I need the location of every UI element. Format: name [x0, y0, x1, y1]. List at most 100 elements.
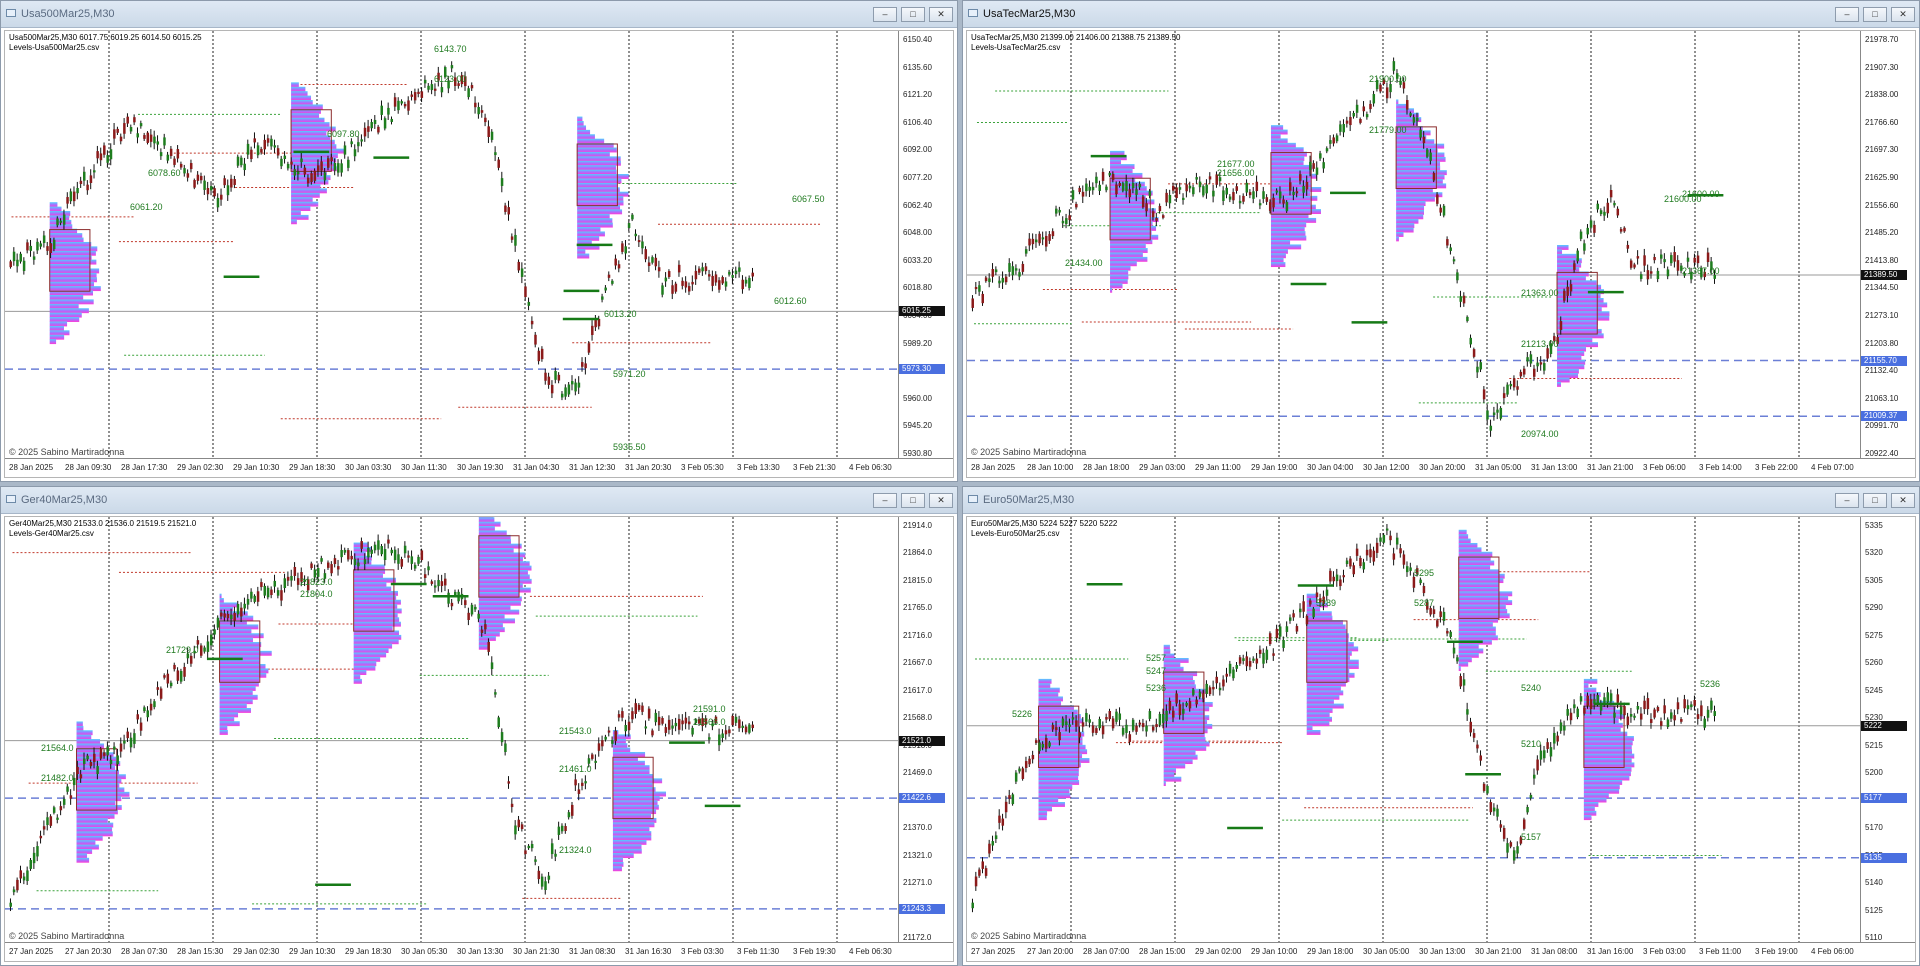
minimize-button[interactable]: – [873, 7, 897, 22]
chart-window-usatec[interactable]: UsaTecMar25,M30 – □ ✕ UsaTecMar25,M30 21… [962, 0, 1920, 482]
maximize-button[interactable]: □ [1863, 493, 1887, 508]
candle-body [253, 595, 256, 602]
candle-body [226, 613, 230, 619]
chart-window-icon [968, 9, 978, 17]
candle-body [373, 119, 377, 124]
price-tick-label: 6106.40 [903, 118, 932, 127]
candle-body [1419, 579, 1422, 584]
minimize-button[interactable]: – [1835, 493, 1859, 508]
chart-window-euro50[interactable]: Euro50Mar25,M30 – □ ✕ Euro50Mar25,M30 52… [962, 486, 1920, 966]
candle-body [116, 128, 119, 133]
level-label: 21213.00 [1521, 339, 1559, 349]
candle-body [1576, 250, 1579, 262]
candle-body [1014, 268, 1018, 271]
candle-body [567, 384, 571, 395]
candle-body [1673, 715, 1676, 721]
candle-body [62, 214, 66, 225]
candle-body [1051, 724, 1055, 730]
candle-body [1476, 744, 1479, 749]
minimize-button[interactable]: – [1835, 7, 1859, 22]
candle-body [367, 548, 370, 558]
level-label: 20974.00 [1521, 429, 1559, 439]
candle-body [423, 574, 427, 578]
volume-profile [353, 542, 402, 684]
candle-body [159, 688, 163, 699]
candle-body [530, 320, 534, 325]
price-tick-label: 5320 [1865, 548, 1883, 557]
window-titlebar[interactable]: UsaTecMar25,M30 – □ ✕ [963, 1, 1919, 28]
candle-body [210, 186, 213, 191]
candle-body [163, 137, 166, 146]
candle-body [514, 825, 517, 835]
candle-body [607, 730, 611, 733]
candle-body [467, 88, 470, 98]
window-titlebar[interactable]: Euro50Mar25,M30 – □ ✕ [963, 487, 1919, 514]
candle-body [1315, 592, 1319, 598]
candle-body [1225, 673, 1228, 677]
close-button[interactable]: ✕ [1891, 493, 1915, 508]
candle-body [1559, 722, 1563, 731]
candle-body [1693, 257, 1696, 263]
window-titlebar[interactable]: Ger40Mar25,M30 – □ ✕ [1, 487, 957, 514]
candle-body [1452, 259, 1456, 262]
level-label: 21779.00 [1369, 125, 1407, 135]
chart-window-ger40[interactable]: Ger40Mar25,M30 – □ ✕ Ger40Mar25,M30 2153… [0, 486, 958, 966]
candle-body [66, 197, 69, 204]
window-titlebar[interactable]: Usa500Mar25,M30 – □ ✕ [1, 1, 957, 28]
candle-body [273, 580, 277, 587]
candle-body [1606, 202, 1610, 214]
candle-body [1255, 658, 1259, 664]
maximize-button[interactable]: □ [901, 7, 925, 22]
price-tick-label: 5215 [1865, 741, 1883, 750]
candle-body [377, 126, 380, 133]
candle-body [988, 843, 991, 854]
maximize-button[interactable]: □ [1863, 7, 1887, 22]
candle-body [1268, 201, 1272, 211]
candle-body [327, 562, 330, 568]
candle-body [123, 740, 126, 744]
candle-body [153, 701, 156, 708]
close-button[interactable]: ✕ [1891, 7, 1915, 22]
candle-body [1212, 686, 1215, 690]
candle-body [684, 281, 688, 288]
candle-body [119, 136, 123, 142]
candle-body [337, 163, 340, 173]
time-tick-label: 4 Feb 06:30 [849, 947, 892, 956]
price-chart[interactable]: Ger40Mar25,M30 21533.0 21536.0 21519.5 2… [4, 516, 954, 962]
time-tick-label: 30 Jan 11:30 [401, 463, 447, 472]
price-chart[interactable]: UsaTecMar25,M30 21399.00 21406.00 21388.… [966, 30, 1916, 478]
level-label: 21656.00 [1217, 168, 1255, 178]
price-chart[interactable]: Usa500Mar25,M30 6017.75 6019.25 6014.50 … [4, 30, 954, 478]
candle-body [1506, 384, 1509, 395]
candle-body [1355, 104, 1359, 113]
candle-body [1489, 802, 1493, 813]
time-tick-label: 3 Feb 03:30 [681, 947, 724, 956]
price-tick-label: 21132.40 [1865, 366, 1898, 375]
candle-body [728, 729, 731, 734]
level-label: 21591.0 [693, 704, 726, 714]
candle-body [1161, 714, 1165, 723]
candle-body [250, 149, 253, 160]
price-chart[interactable]: Euro50Mar25,M30 5224 5227 5220 5222 Level… [966, 516, 1916, 962]
candle-body [303, 167, 307, 175]
level-label: 21600.00 [1682, 189, 1720, 199]
candle-body [253, 138, 256, 143]
candle-body [156, 687, 160, 690]
candle-body [1626, 716, 1630, 725]
level-label: 5257 [1146, 653, 1167, 663]
level-label: 5210 [1521, 739, 1542, 749]
time-axis: 27 Jan 2025 27 Jan 20:00 28 Jan 07:00 28 Ja… [967, 942, 1915, 961]
candle-body [677, 264, 681, 273]
chart-window-usa500[interactable]: Usa500Mar25,M30 – □ ✕ Usa500Mar25,M30 60… [0, 0, 958, 482]
price-tick-label: 21568.0 [903, 713, 932, 722]
close-button[interactable]: ✕ [929, 493, 953, 508]
candle-body [520, 824, 524, 830]
close-button[interactable]: ✕ [929, 7, 953, 22]
candle-body [139, 123, 143, 127]
maximize-button[interactable]: □ [901, 493, 925, 508]
minimize-button[interactable]: – [873, 493, 897, 508]
candle-body [751, 272, 754, 277]
candle-body [664, 727, 668, 733]
candle-body [671, 725, 674, 729]
candle-body [403, 545, 407, 554]
